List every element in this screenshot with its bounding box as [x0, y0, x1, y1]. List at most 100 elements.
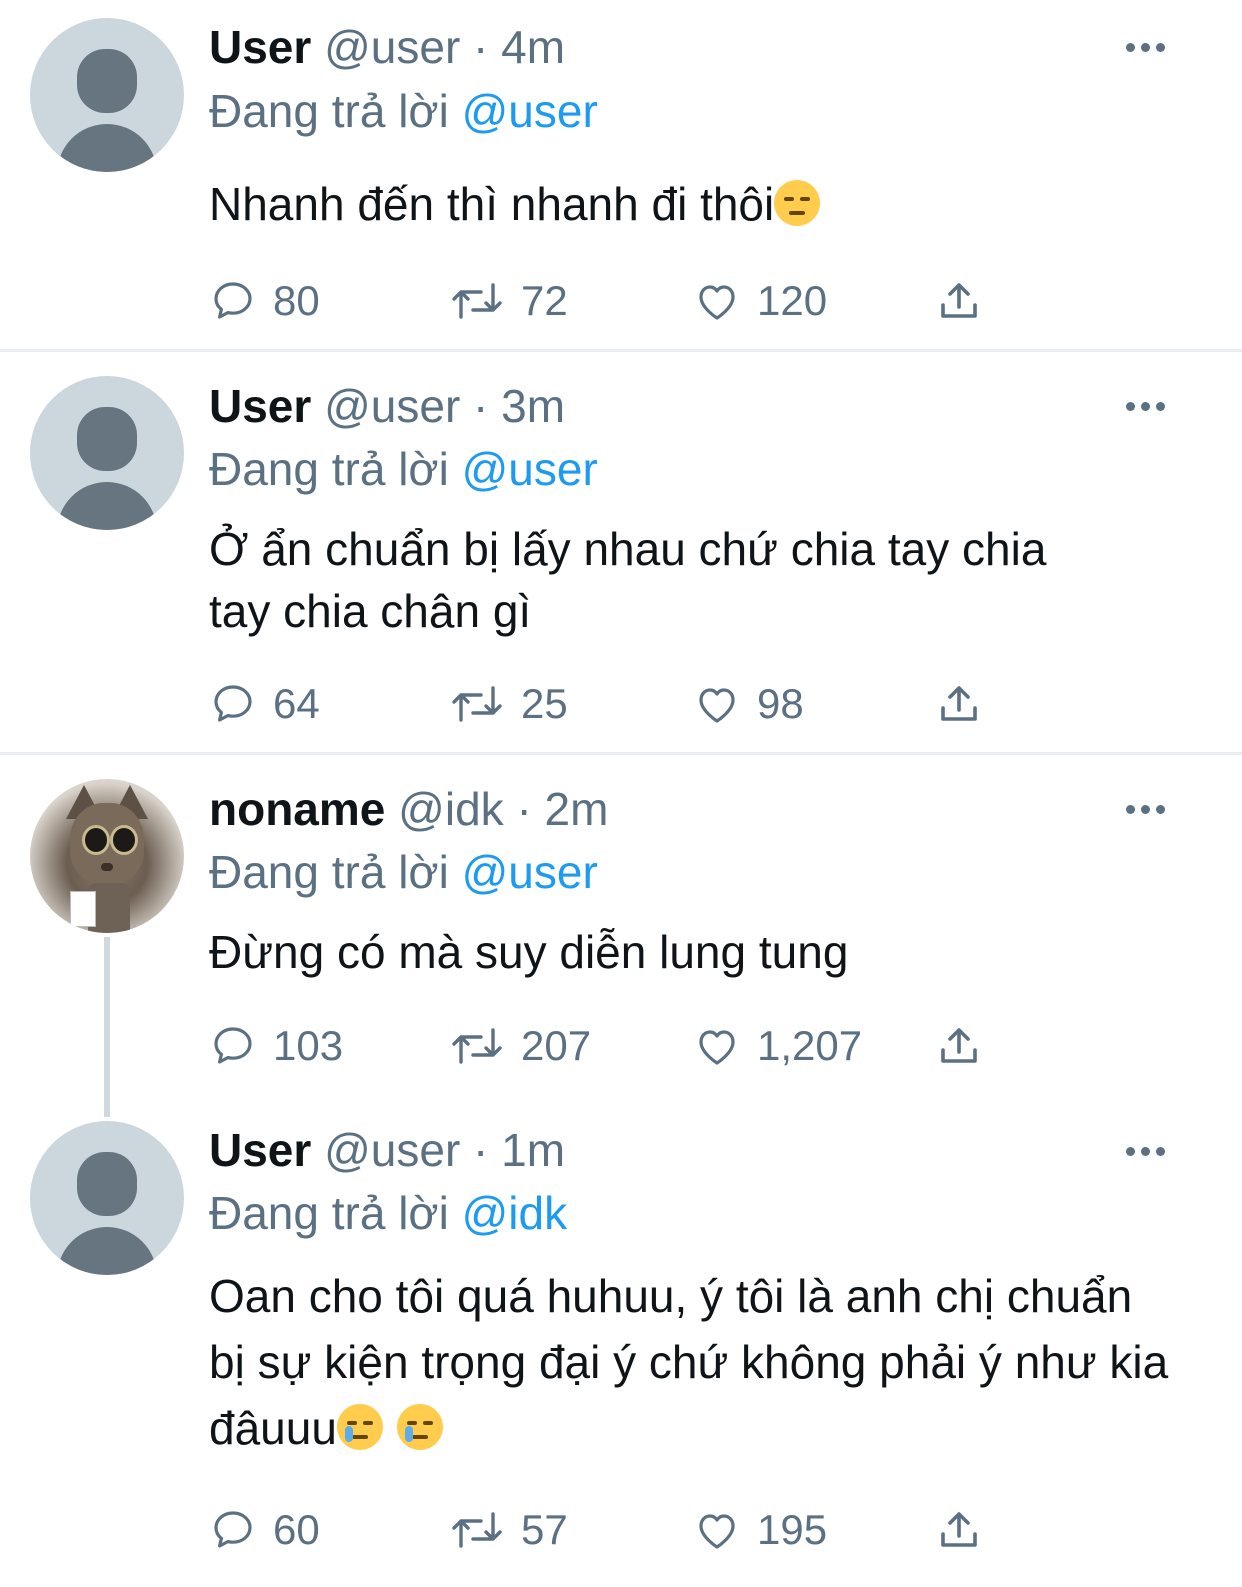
reply-count: 80: [273, 277, 320, 324]
display-name[interactable]: User: [209, 21, 311, 73]
share-button[interactable]: [935, 677, 999, 731]
reply-icon: [214, 685, 252, 722]
like-icon: [699, 688, 735, 723]
replying-to-handle[interactable]: @user: [462, 443, 598, 495]
retweet-icon: [452, 686, 502, 722]
default-avatar[interactable]: [30, 1121, 184, 1275]
like-icon: [699, 1030, 735, 1065]
retweet-icon: [452, 283, 502, 319]
replying-to-handle[interactable]: @user: [462, 85, 598, 137]
like-count: 1,207: [757, 1022, 863, 1069]
crying-face-emoji: [336, 1404, 383, 1450]
tweet-time[interactable]: 4m: [501, 21, 565, 73]
share-button[interactable]: [935, 1503, 999, 1557]
like-button[interactable]: 98: [693, 677, 804, 731]
replying-to-label: Đang trả lời: [209, 443, 449, 495]
reply-count: 103: [273, 1022, 344, 1069]
replying-to-handle[interactable]: @idk: [462, 1187, 568, 1239]
tweet-actions: 103 207 1,207: [209, 1019, 1009, 1073]
more-options-icon[interactable]: [1126, 402, 1166, 412]
display-name[interactable]: noname: [209, 783, 385, 835]
separator-dot: ·: [473, 380, 489, 432]
default-avatar[interactable]: [30, 18, 184, 172]
tweet-actions: 60 57 195: [209, 1503, 1009, 1557]
reply-button[interactable]: 103: [209, 1019, 343, 1073]
tweet-actions: 80 72 120: [209, 274, 1009, 328]
retweet-count: 25: [521, 680, 568, 727]
retweet-count: 207: [521, 1022, 592, 1069]
separator-dot: ·: [516, 783, 532, 835]
cat-avatar[interactable]: [30, 779, 184, 933]
tweet-text: Nhanh đến thì nhanh đi thôi: [209, 173, 1209, 235]
separator-dot: ·: [473, 1124, 489, 1176]
tweet-header: User @user · 3m: [209, 379, 565, 433]
like-icon: [699, 285, 735, 320]
replying-to-label: Đang trả lời: [209, 85, 449, 137]
share-icon: [941, 283, 977, 318]
tweet-time[interactable]: 3m: [501, 380, 565, 432]
reply-button[interactable]: 64: [209, 677, 320, 731]
like-icon: [699, 1514, 735, 1549]
tweet-time[interactable]: 1m: [501, 1124, 565, 1176]
share-button[interactable]: [935, 1019, 999, 1073]
tweet-time[interactable]: 2m: [545, 783, 609, 835]
retweet-icon: [452, 1512, 502, 1548]
reply-icon: [214, 1511, 252, 1548]
reply-button[interactable]: 80: [209, 274, 320, 328]
retweet-count: 57: [521, 1506, 568, 1553]
replying-to-label: Đang trả lời: [209, 1187, 449, 1239]
like-button[interactable]: 120: [693, 274, 827, 328]
tweet[interactable]: User @user · 4m Đang trả lời @user Nhanh…: [0, 0, 1242, 350]
reply-icon: [214, 1027, 252, 1064]
more-options-icon[interactable]: [1126, 805, 1166, 815]
separator-dot: ·: [473, 21, 489, 73]
retweet-button[interactable]: 72: [449, 274, 568, 328]
reply-count: 60: [273, 1506, 320, 1553]
reply-count: 64: [273, 680, 320, 727]
user-handle[interactable]: @user: [324, 21, 460, 73]
retweet-button[interactable]: 207: [449, 1019, 591, 1073]
display-name[interactable]: User: [209, 1124, 311, 1176]
replying-to-label: Đang trả lời: [209, 846, 449, 898]
more-options-icon[interactable]: [1126, 1147, 1166, 1157]
tweet-header: noname @idk · 2m: [209, 782, 608, 836]
reply-button[interactable]: 60: [209, 1503, 320, 1557]
replying-to: Đang trả lời @user: [209, 442, 598, 496]
share-button[interactable]: [935, 274, 999, 328]
like-count: 98: [757, 680, 804, 727]
replying-to-handle[interactable]: @user: [462, 846, 598, 898]
user-handle[interactable]: @user: [324, 380, 460, 432]
tweet[interactable]: User @user · 1m Đang trả lời @idk Oan ch…: [0, 1095, 1242, 1587]
tweet[interactable]: noname @idk · 2m Đang trả lời @user Đừng…: [0, 755, 1242, 1095]
replying-to: Đang trả lời @user: [209, 84, 598, 138]
tweet-header: User @user · 4m: [209, 20, 565, 74]
share-icon: [941, 1028, 977, 1063]
tweet-text: Đừng có mà suy diễn lung tung: [209, 926, 849, 978]
user-handle[interactable]: @idk: [398, 783, 504, 835]
tweet-text: Oan cho tôi quá huhuu, ý tôi là anh chị …: [209, 1263, 1169, 1461]
user-handle[interactable]: @user: [324, 1124, 460, 1176]
display-name[interactable]: User: [209, 380, 311, 432]
retweet-icon: [452, 1028, 502, 1064]
replying-to: Đang trả lời @user: [209, 845, 598, 899]
crying-face-emoji: [396, 1404, 443, 1450]
retweet-count: 72: [521, 277, 568, 324]
share-icon: [941, 686, 977, 721]
more-options-icon[interactable]: [1126, 43, 1166, 53]
like-count: 120: [757, 277, 828, 324]
like-button[interactable]: 195: [693, 1503, 827, 1557]
default-avatar[interactable]: [30, 376, 184, 530]
retweet-button[interactable]: 57: [449, 1503, 568, 1557]
tweet-text: Ở ẩn chuẩn bị lấy nhau chứ chia tay chia…: [209, 523, 1047, 637]
tweet-text-content: Nhanh đến thì nhanh đi thôi: [209, 178, 775, 230]
relieved-face-emoji: [774, 180, 821, 226]
replying-to: Đang trả lời @idk: [209, 1186, 567, 1240]
reply-icon: [214, 282, 252, 319]
tweet[interactable]: User @user · 3m Đang trả lời @user Ở ẩn …: [0, 352, 1242, 752]
share-icon: [941, 1512, 977, 1547]
tweet-header: User @user · 1m: [209, 1123, 565, 1177]
like-count: 195: [757, 1506, 828, 1553]
tweet-actions: 64 25 98: [209, 677, 1009, 731]
retweet-button[interactable]: 25: [449, 677, 568, 731]
like-button[interactable]: 1,207: [693, 1019, 862, 1073]
